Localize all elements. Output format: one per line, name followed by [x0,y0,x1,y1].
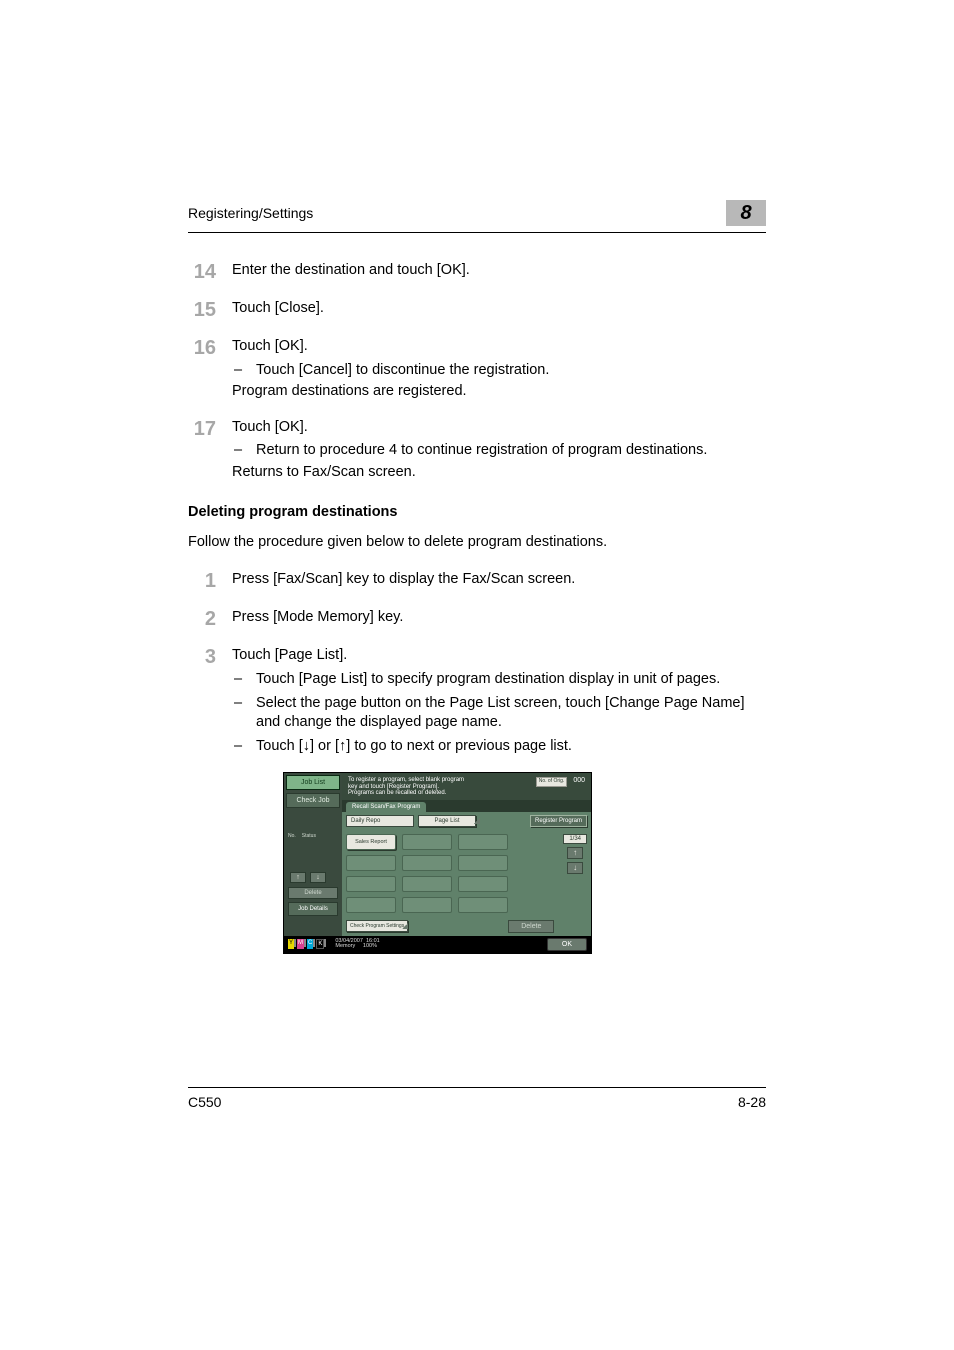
step-number: 2 [188,608,232,630]
program-slot[interactable] [458,876,508,892]
col-status: Status [302,833,316,839]
program-delete-button[interactable]: Delete [508,920,554,933]
originals-icon: No. of Orig. [536,777,568,787]
footer-rule [188,1087,766,1088]
step-text: Touch [OK]. [232,418,766,438]
program-slot[interactable] [458,834,508,850]
step-number: 15 [188,299,232,321]
page-indicator: 1/34 [563,834,587,844]
step-number: 14 [188,261,232,283]
toner-indicator: Y M C K [288,939,327,949]
sub-dash: – [232,361,256,381]
check-job-tab[interactable]: Check Job [286,793,340,808]
recall-program-tab[interactable]: Recall Scan/Fax Program [346,802,426,812]
step-number: 17 [188,418,232,483]
program-slot[interactable] [402,897,452,913]
page-name-field[interactable]: Daily Repo [346,815,414,827]
step-number: 1 [188,570,232,592]
ok-button[interactable]: OK [547,938,587,951]
instruction-message: To register a program, select blank prog… [348,777,464,797]
col-no: No. [288,833,296,839]
job-details-button[interactable]: Job Details [288,902,338,916]
program-slot[interactable] [346,876,396,892]
device-screenshot: Job List Check Job To register a program… [283,772,592,954]
step-note: Program destinations are registered. [232,382,766,402]
section-intro: Follow the procedure given below to dele… [188,534,766,550]
check-program-settings-button[interactable]: Check Program Settings [346,920,408,932]
job-delete-button[interactable]: Delete [288,887,338,899]
page-up-arrow-icon[interactable]: ↑ [567,847,583,859]
program-slot[interactable]: Sales Report [346,834,396,850]
program-slot[interactable] [458,855,508,871]
sub-dash: – [232,737,256,757]
step-text: Press [Fax/Scan] key to display the Fax/… [232,570,766,592]
step-text: Press [Mode Memory] key. [232,608,766,630]
program-slot[interactable] [346,855,396,871]
sub-text: Select the page button on the Page List … [256,694,766,733]
register-program-button[interactable]: Register Program [530,815,587,827]
program-grid: Sales Report [346,834,508,913]
step-text: Touch [OK]. [232,337,766,357]
section-title: Deleting program destinations [188,504,766,520]
footer-page: 8-28 [738,1094,766,1110]
header-title: Registering/Settings [188,205,313,221]
program-slot[interactable] [402,834,452,850]
sub-dash: – [232,694,256,733]
step-number: 16 [188,337,232,402]
header-rule [188,232,766,233]
sub-text: Touch [↓] or [↑] to go to next or previo… [256,737,766,757]
program-slot[interactable] [346,897,396,913]
page-list-button[interactable]: Page List [418,815,476,827]
step-number: 3 [188,646,232,756]
program-slot[interactable] [458,897,508,913]
sub-text: Touch [Cancel] to discontinue the regist… [256,361,766,381]
sub-dash: – [232,441,256,461]
job-list-tab[interactable]: Job List [286,775,340,790]
page-down-arrow-icon[interactable]: ↓ [567,862,583,874]
chapter-number: 8 [726,200,766,226]
step-text: Enter the destination and touch [OK]. [232,261,766,283]
program-slot[interactable] [402,855,452,871]
step-note: Returns to Fax/Scan screen. [232,463,766,483]
sub-text: Touch [Page List] to specify program des… [256,670,766,690]
status-datetime: 03/04/2007 16:01 Memory 100% [335,939,379,950]
sub-text: Return to procedure 4 to continue regist… [256,441,766,461]
footer-model: C550 [188,1094,221,1110]
originals-counter: 000 [573,777,585,785]
job-up-arrow-icon[interactable]: ↑ [290,872,306,883]
step-text: Touch [Page List]. [232,646,766,666]
job-down-arrow-icon[interactable]: ↓ [310,872,326,883]
sub-dash: – [232,670,256,690]
program-slot[interactable] [402,876,452,892]
step-text: Touch [Close]. [232,299,766,321]
